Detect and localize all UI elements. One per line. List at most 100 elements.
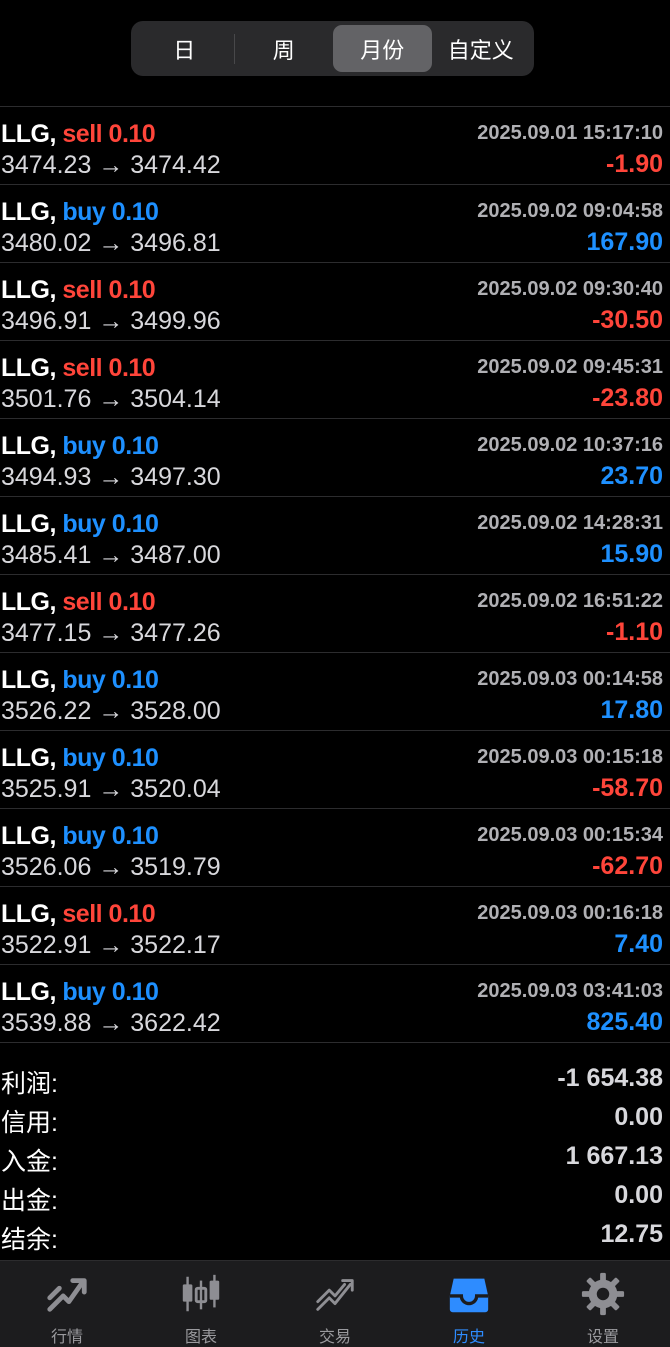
deal-prices: 3501.76 → 3504.14 — [1, 385, 221, 413]
deal-volume: 0.10 — [111, 432, 159, 460]
summary-label: 利润: — [1, 1070, 58, 1098]
bottom-tab-bar: 行情 图表 交易 历史 设置 — [0, 1260, 670, 1347]
segment-month[interactable]: 月份 — [333, 25, 432, 72]
deal-volume: 0.10 — [111, 744, 159, 772]
segment-week[interactable]: 周 — [235, 25, 334, 72]
history-icon — [449, 1278, 489, 1313]
summary-value: 0.00 — [614, 1103, 663, 1131]
symbol-name: LLG, — [1, 978, 56, 1006]
tab-label: 图表 — [184, 1329, 217, 1346]
summary-value: 12.75 — [600, 1220, 663, 1248]
deal-profit: 15.90 — [600, 540, 663, 568]
period-segmented-control: 日 周 月份 自定义 — [131, 21, 534, 76]
deal-time: 2025.09.03 00:14:58 — [477, 668, 663, 690]
deal-time: 2025.09.02 09:30:40 — [477, 278, 663, 300]
summary-label: 入金: — [1, 1148, 58, 1176]
deal-row[interactable]: LLG, sell 0.10 2025.09.02 09:45:31 3501.76… — [0, 341, 670, 419]
deal-time: 2025.09.02 09:45:31 — [477, 356, 663, 378]
deal-time: 2025.09.01 15:17:10 — [477, 122, 663, 144]
deal-row[interactable]: LLG, buy 0.10 2025.09.02 09:04:58 3480.02 … — [0, 185, 670, 263]
deal-profit: 7.40 — [614, 930, 663, 958]
summary-label: 出金: — [1, 1187, 58, 1215]
deal-list: LLG, sell 0.10 2025.09.01 15:17:10 3474.23… — [0, 62, 670, 1043]
deal-volume: 0.10 — [111, 198, 159, 226]
deal-volume: 0.10 — [111, 666, 159, 694]
deal-time: 2025.09.02 14:28:31 — [477, 512, 663, 534]
deal-symbol: LLG, buy 0.10 — [1, 666, 159, 695]
deal-row[interactable]: LLG, buy 0.10 2025.09.03 03:41:03 3539.88 … — [0, 965, 670, 1043]
deal-volume: 0.10 — [108, 276, 156, 304]
summary-label: 信用: — [1, 1109, 58, 1137]
deal-row[interactable]: LLG, sell 0.10 2025.09.02 09:30:40 3496.91… — [0, 263, 670, 341]
deal-row[interactable]: LLG, sell 0.10 2025.09.01 15:17:10 3474.23… — [0, 107, 670, 185]
settings-icon — [581, 1272, 625, 1316]
summary-panel: 利润: -1 654.38 信用: 0.00 入金: 1 667.13 出金: … — [0, 1060, 670, 1255]
tab-settings[interactable]: 设置 — [536, 1261, 670, 1347]
deal-time: 2025.09.03 00:15:18 — [477, 746, 663, 768]
deal-profit: -1.90 — [606, 150, 663, 178]
summary-value: 1 667.13 — [565, 1142, 663, 1170]
deal-side: buy — [62, 432, 106, 460]
summary-profit: 利润: -1 654.38 — [0, 1060, 670, 1099]
tab-history[interactable]: 历史 — [402, 1261, 536, 1347]
summary-deposit: 入金: 1 667.13 — [0, 1138, 670, 1177]
deal-prices: 3485.41 → 3487.00 — [1, 541, 221, 569]
deal-volume: 0.10 — [108, 588, 156, 616]
deal-time: 2025.09.03 00:16:18 — [477, 902, 663, 924]
deal-symbol: LLG, sell 0.10 — [1, 588, 156, 617]
deal-volume: 0.10 — [111, 978, 159, 1006]
deal-profit: 167.90 — [586, 228, 663, 256]
deal-prices: 3477.15 → 3477.26 — [1, 619, 221, 647]
deal-side: sell — [62, 900, 103, 928]
deal-volume: 0.10 — [111, 510, 159, 538]
deal-prices: 3474.23 → 3474.42 — [1, 151, 221, 179]
deal-time: 2025.09.02 16:51:22 — [477, 590, 663, 612]
segment-custom[interactable]: 自定义 — [432, 25, 531, 72]
deal-profit: 23.70 — [600, 462, 663, 490]
tab-quotes[interactable]: 行情 — [0, 1261, 134, 1347]
deal-row[interactable]: LLG, buy 0.10 2025.09.03 00:14:58 3526.22 … — [0, 653, 670, 731]
symbol-name: LLG, — [1, 744, 56, 772]
tab-trade[interactable]: 交易 — [268, 1261, 402, 1347]
deal-prices: 3522.91 → 3522.17 — [1, 931, 221, 959]
symbol-name: LLG, — [1, 354, 56, 382]
deal-volume: 0.10 — [111, 822, 159, 850]
deal-row[interactable]: LLG, sell 0.10 2025.09.02 16:51:22 3477.15… — [0, 575, 670, 653]
deal-time: 2025.09.03 00:15:34 — [477, 824, 663, 846]
deal-side: sell — [62, 354, 103, 382]
deal-row[interactable]: LLG, sell 0.10 2025.09.03 00:16:18 3522.91… — [0, 887, 670, 965]
deal-row[interactable]: LLG, buy 0.10 2025.09.02 10:37:16 3494.93 … — [0, 419, 670, 497]
deal-prices: 3496.91 → 3499.96 — [1, 307, 221, 335]
trade-icon — [316, 1279, 354, 1311]
symbol-name: LLG, — [1, 588, 56, 616]
summary-value: 0.00 — [614, 1181, 663, 1209]
deal-prices: 3526.06 → 3519.79 — [1, 853, 221, 881]
deal-time: 2025.09.02 10:37:16 — [477, 434, 663, 456]
deal-prices: 3526.22 → 3528.00 — [1, 697, 221, 725]
deal-symbol: LLG, sell 0.10 — [1, 900, 156, 929]
deal-row[interactable]: LLG, buy 0.10 2025.09.03 00:15:34 3526.06 … — [0, 809, 670, 887]
deal-side: buy — [62, 744, 106, 772]
deal-volume: 0.10 — [108, 354, 156, 382]
deal-time: 2025.09.02 09:04:58 — [477, 200, 663, 222]
symbol-name: LLG, — [1, 666, 56, 694]
segment-day[interactable]: 日 — [135, 25, 234, 72]
deal-row[interactable]: LLG, buy 0.10 2025.09.03 00:15:18 3525.91 … — [0, 731, 670, 809]
symbol-name: LLG, — [1, 510, 56, 538]
tab-chart[interactable]: 图表 — [134, 1261, 268, 1347]
deal-side: buy — [62, 666, 106, 694]
deal-side: buy — [62, 198, 106, 226]
deal-symbol: LLG, buy 0.10 — [1, 432, 159, 461]
deal-side: sell — [62, 588, 103, 616]
deal-volume: 0.10 — [108, 900, 156, 928]
deal-prices: 3525.91 → 3520.04 — [1, 775, 221, 803]
deal-profit: -30.50 — [592, 306, 663, 334]
deal-profit: -1.10 — [606, 618, 663, 646]
summary-balance: 结余: 12.75 — [0, 1216, 670, 1255]
deal-symbol: LLG, buy 0.10 — [1, 744, 159, 773]
deal-symbol: LLG, buy 0.10 — [1, 822, 159, 851]
deal-row[interactable]: LLG, buy 0.10 2025.09.02 14:28:31 3485.41 … — [0, 497, 670, 575]
symbol-name: LLG, — [1, 276, 56, 304]
summary-withdrawal: 出金: 0.00 — [0, 1177, 670, 1216]
tab-label: 历史 — [452, 1329, 485, 1346]
